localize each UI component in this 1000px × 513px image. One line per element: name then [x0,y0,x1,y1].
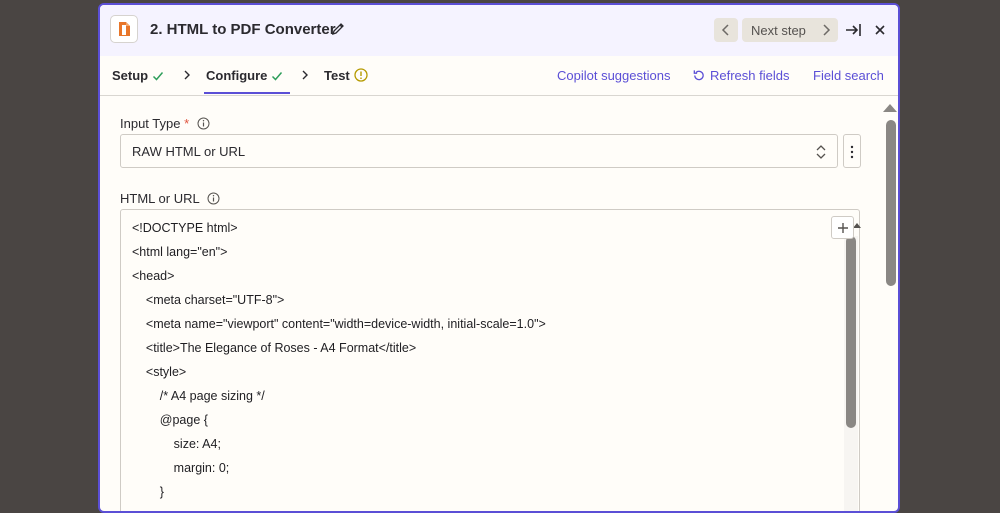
input-type-value: RAW HTML or URL [132,144,246,159]
close-icon[interactable] [874,23,886,41]
html-or-url-textarea[interactable]: <!DOCTYPE html> <html lang="en"> <head> … [120,209,860,511]
code-line: <meta name="viewport" content="width=dev… [132,317,546,331]
code-line: size: A4; [132,437,221,451]
info-icon[interactable] [197,117,210,130]
previous-step-button[interactable] [714,18,738,42]
chevron-right-icon [823,24,831,36]
chevron-updown-icon [816,145,826,159]
code-line: <style> [132,365,187,379]
scroll-up-arrow-icon[interactable] [853,222,861,228]
input-type-select[interactable]: RAW HTML or URL [120,134,838,168]
code-line: /* A4 page sizing */ [132,389,265,403]
chevron-right-icon [302,70,308,80]
insert-data-button[interactable] [831,216,854,239]
html-or-url-label: HTML or URL [120,191,220,206]
tab-test[interactable]: Test [324,68,368,83]
scroll-up-arrow-icon[interactable] [883,103,897,113]
warning-circle-icon [354,68,368,82]
step-tabs: Setup Configure Test Copilot suggestions… [100,56,898,96]
panel-scrollbar-thumb[interactable] [886,120,896,286]
chevron-right-icon [184,70,190,80]
document-app-icon [110,15,138,43]
code-line: <title>The Elegance of Roses - A4 Format… [132,341,417,355]
code-line: <html lang="en"> [132,245,228,259]
field-search-link[interactable]: Field search [813,68,884,83]
tab-setup[interactable]: Setup [112,68,164,83]
chevron-left-icon [721,24,729,36]
textarea-scrollbar-thumb[interactable] [846,236,856,428]
step-title: 2. HTML to PDF Converter [150,21,336,38]
info-icon[interactable] [207,192,220,205]
expand-panel-icon[interactable] [844,22,862,43]
required-marker: * [184,116,190,131]
refresh-icon [693,70,704,81]
code-line: <head> [132,269,175,283]
code-line: margin: 0; [132,461,230,475]
copilot-suggestions-link[interactable]: Copilot suggestions [557,68,670,83]
step-editor-panel: 2. HTML to PDF Converter Next step Setup… [98,3,900,513]
check-icon [153,72,164,81]
refresh-fields-link[interactable]: Refresh fields [692,68,789,83]
input-type-label: Input Type * [120,116,210,131]
active-tab-indicator [204,92,290,94]
code-line: } [132,485,164,499]
panel-header: 2. HTML to PDF Converter Next step [100,5,898,56]
plus-icon [838,223,848,233]
next-step-button[interactable]: Next step [742,18,838,42]
code-line: @page { [132,413,208,427]
configure-content: Input Type * RAW HTML or URL HTML or URL… [100,96,898,511]
check-icon [272,72,283,81]
code-line: <meta charset="UTF-8"> [132,293,285,307]
code-line: <!DOCTYPE html> [132,221,238,235]
edit-pencil-icon[interactable] [331,22,345,41]
next-step-label: Next step [751,23,806,38]
more-vertical-icon [850,145,854,159]
tab-configure[interactable]: Configure [206,68,283,83]
field-options-button[interactable] [843,134,861,168]
